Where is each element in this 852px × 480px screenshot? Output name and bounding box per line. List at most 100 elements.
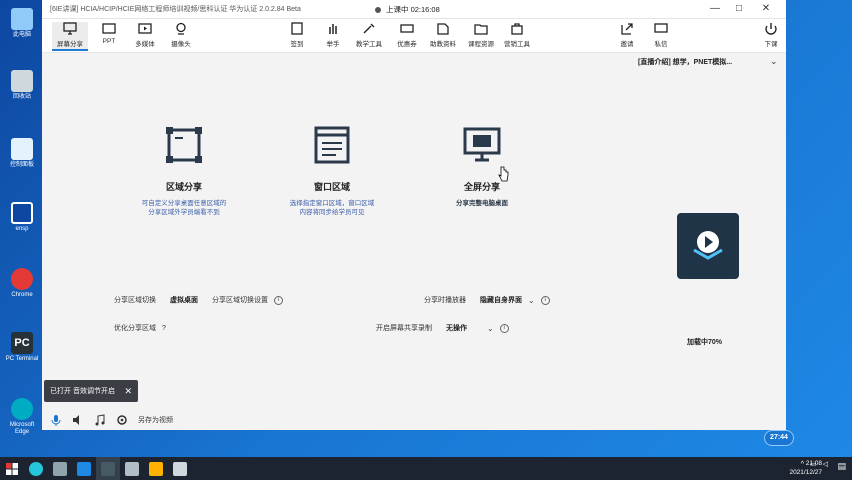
optimize-option[interactable]: 优化分享区域 ? — [114, 323, 166, 333]
end-class-icon — [765, 23, 777, 35]
camera-icon — [176, 22, 186, 35]
settings-icon[interactable] — [116, 414, 128, 426]
live-dot-icon — [375, 6, 381, 13]
desktop-icon-chrome[interactable]: Chrome — [4, 268, 40, 299]
tools-button[interactable]: 教学工具 — [354, 22, 384, 48]
window-share-desc: 选择指定窗口区域，窗口区域 内容将同步给学员可见 — [289, 200, 375, 216]
bottom-bar: 另存为视频 — [42, 409, 786, 430]
start-button[interactable] — [0, 457, 24, 480]
chevron-down-icon[interactable]: ⌄ — [528, 296, 535, 305]
record-option: 开启屏幕共享录制 无操作 ⌄ i — [376, 323, 509, 333]
taskbar-app2[interactable] — [72, 457, 96, 480]
media-icon — [138, 23, 152, 34]
raise-hand-button[interactable]: 举手 — [318, 22, 348, 48]
taskbar-app1[interactable] — [48, 457, 72, 480]
fullscreen-share-title: 全屏分享 — [463, 182, 500, 192]
notification-icon[interactable]: ▤ — [837, 461, 846, 472]
mouse-cursor-icon — [498, 166, 509, 182]
help-icon[interactable]: ? — [162, 325, 166, 332]
screen-share-tab[interactable]: 屏幕分享 — [52, 22, 88, 51]
taskbar-app6[interactable] — [168, 457, 192, 480]
app-icon — [125, 461, 139, 476]
live-intro-banner[interactable]: [直播介绍] 想学，PNET模拟... — [638, 57, 732, 67]
checkin-icon — [291, 22, 303, 35]
invite-button[interactable]: 邀请 — [612, 22, 642, 48]
taskbar-edge[interactable] — [24, 457, 48, 480]
taskbar: ^ ▭ ◁ 21:08 2021/12/27 ▤ — [0, 457, 852, 480]
speaker-icon[interactable] — [72, 414, 84, 426]
desktop-icon-control-panel[interactable]: 控制面板 — [4, 138, 40, 169]
record-select[interactable]: 无操作 — [446, 323, 467, 333]
materials-button[interactable]: 助教资料 — [428, 22, 458, 48]
desktop-icon-ensp[interactable]: ensp — [4, 202, 40, 233]
materials-icon — [437, 23, 449, 35]
app-window: [6IE讲课] HCIA/HCIP/HCIE网络工程师培训视频/思科认证 华为认… — [42, 0, 786, 430]
play-logo-icon — [693, 231, 723, 260]
info-icon[interactable]: i — [499, 323, 509, 333]
maximize-button[interactable]: □ — [730, 2, 748, 16]
marketing-button[interactable]: 营销工具 — [502, 22, 532, 48]
music-icon[interactable] — [94, 413, 106, 426]
ppt-icon — [102, 23, 116, 34]
desktop-icon-edge[interactable]: Microsoft Edge — [4, 398, 40, 436]
share-area-option: 分享区域切换 虚拟桌面 分享区域切换设置 i — [114, 295, 283, 305]
screen-share-icon — [63, 22, 77, 35]
window-share-title: 窗口区域 — [313, 182, 350, 192]
taskbar-app5[interactable] — [144, 457, 168, 480]
coupon-button[interactable]: 优惠券 — [392, 22, 422, 48]
virtual-desktop-value[interactable]: 虚拟桌面 — [170, 295, 198, 305]
region-share-desc: 可自定义分享桌面任意区域的 分享区域外学员端看不到 — [141, 200, 227, 216]
resources-button[interactable]: 课程资源 — [466, 22, 496, 48]
video-preview-tile[interactable] — [677, 213, 739, 279]
region-share-option[interactable]: 区域分享 可自定义分享桌面任意区域的 分享区域外学员端看不到 — [114, 124, 254, 217]
checkin-button[interactable]: 签到 — [282, 22, 312, 48]
invite-icon — [621, 23, 633, 35]
app-icon — [101, 461, 115, 476]
chevron-down-icon[interactable]: ⌄ — [487, 324, 494, 333]
app-icon — [53, 461, 67, 476]
info-icon[interactable]: i — [274, 295, 283, 305]
title-bar: [6IE讲课] HCIA/HCIP/HCIE网络工程师培训视频/思科认证 华为认… — [42, 0, 786, 19]
fullscreen-share-desc: 分享完整电脑桌面 — [456, 200, 508, 207]
save-video-label[interactable]: 另存为视频 — [138, 415, 173, 425]
app-icon — [173, 461, 187, 476]
message-icon — [654, 23, 668, 33]
app-icon — [77, 461, 91, 476]
volume-icon[interactable]: ◁ — [823, 460, 828, 468]
minimize-button[interactable]: — — [706, 2, 724, 16]
close-icon[interactable]: ✕ — [124, 386, 132, 397]
taskbar-app3[interactable] — [96, 457, 120, 480]
player-option: 分享时播放器 隐藏自身界面 ⌄ i — [424, 295, 550, 305]
close-button[interactable]: ✕ — [757, 2, 775, 16]
taskbar-clock[interactable]: 21:08 2021/12/27 — [789, 459, 822, 477]
toast-text: 已打开 音效调节开启 — [50, 388, 115, 395]
windows-icon — [6, 462, 18, 475]
resources-icon — [474, 24, 488, 35]
timer-badge[interactable]: 27:44 — [764, 430, 794, 446]
region-share-title: 区域分享 — [165, 182, 202, 192]
ppt-tab[interactable]: PPT — [94, 22, 124, 45]
raise-hand-icon — [329, 24, 337, 34]
loading-text: 加载中70% — [687, 339, 723, 346]
region-share-icon — [166, 127, 202, 163]
player-select[interactable]: 隐藏自身界面 — [480, 295, 522, 305]
folder-icon — [149, 461, 163, 476]
message-button[interactable]: 私信 — [646, 22, 676, 48]
microphone-icon[interactable] — [50, 414, 62, 426]
taskbar-app4[interactable] — [120, 457, 144, 480]
chevron-down-icon[interactable]: ⌄ — [770, 56, 778, 67]
media-tab[interactable]: 多媒体 — [130, 22, 160, 48]
window-share-option[interactable]: 窗口区域 选择指定窗口区域，窗口区域 内容将同步给学员可见 — [262, 124, 402, 217]
edge-icon — [29, 461, 43, 476]
info-icon[interactable]: i — [540, 295, 550, 305]
end-class-button[interactable]: 下课 — [756, 22, 786, 48]
desktop-icon-recycle[interactable]: 回收站 — [4, 70, 40, 101]
toast-notification: 已打开 音效调节开启 ✕ — [44, 380, 138, 402]
fullscreen-share-option[interactable]: 全屏分享 分享完整电脑桌面 — [412, 124, 552, 208]
desktop-icon-computer[interactable]: 此电脑 — [4, 8, 40, 39]
main-toolbar: 屏幕分享 PPT 多媒体 摄像头 签到 举手 教学工具 优惠券 助教资料 课程资… — [42, 19, 786, 53]
class-status: 上课中 02:16:08 — [375, 4, 440, 15]
desktop-icon-pc[interactable]: PC PC Terminal — [4, 332, 40, 363]
camera-tab[interactable]: 摄像头 — [166, 22, 196, 48]
fullscreen-share-icon — [463, 127, 501, 162]
